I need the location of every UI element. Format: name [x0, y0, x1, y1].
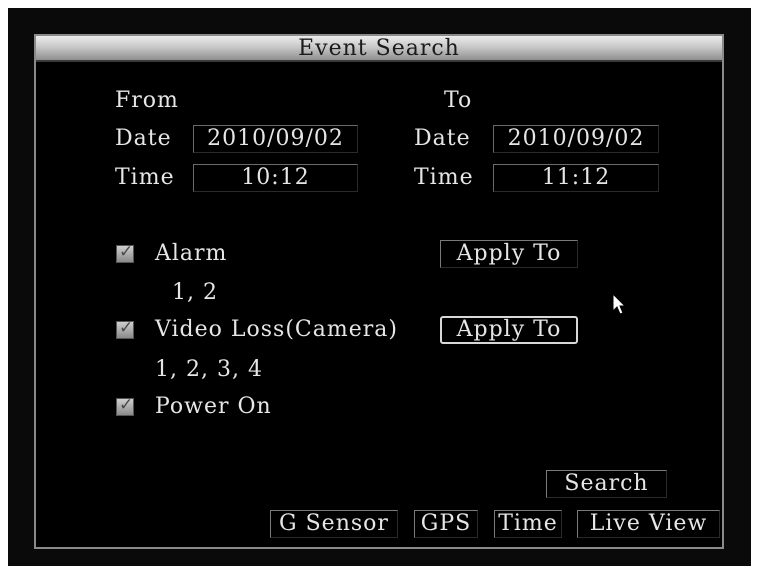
- video-loss-checkbox[interactable]: ✓: [116, 318, 134, 339]
- video-loss-apply-to-button[interactable]: Apply To: [440, 316, 578, 344]
- tab-time[interactable]: Time: [494, 510, 562, 538]
- to-time-field[interactable]: 11:12: [493, 164, 659, 192]
- to-date-label: Date: [414, 126, 471, 151]
- tab-g-sensor[interactable]: G Sensor: [270, 510, 398, 538]
- power-on-label: Power On: [155, 394, 272, 419]
- alarm-label: Alarm: [155, 241, 228, 266]
- checkmark-icon: ✓: [119, 318, 134, 338]
- from-date-label: Date: [115, 126, 172, 151]
- alarm-apply-to-button[interactable]: Apply To: [440, 240, 578, 268]
- checkmark-icon: ✓: [119, 242, 134, 262]
- to-label: To: [444, 88, 473, 113]
- from-date-field[interactable]: 2010/09/02: [193, 125, 358, 153]
- from-label: From: [115, 88, 179, 113]
- video-loss-label: Video Loss(Camera): [155, 317, 398, 342]
- mouse-pointer-icon: [612, 293, 627, 315]
- dialog-titlebar: Event Search: [36, 36, 722, 62]
- checkmark-icon: ✓: [119, 395, 134, 415]
- power-on-checkbox[interactable]: ✓: [116, 395, 134, 416]
- dialog-title: Event Search: [298, 36, 460, 61]
- to-time-label: Time: [414, 165, 474, 190]
- tab-live-view[interactable]: Live View: [577, 510, 720, 538]
- to-date-field[interactable]: 2010/09/02: [493, 125, 659, 153]
- from-time-field[interactable]: 10:12: [193, 164, 358, 192]
- from-time-label: Time: [115, 165, 175, 190]
- video-loss-channels: 1, 2, 3, 4: [155, 357, 263, 382]
- alarm-channels: 1, 2: [172, 280, 218, 305]
- alarm-checkbox[interactable]: ✓: [116, 242, 134, 263]
- search-button[interactable]: Search: [546, 470, 667, 498]
- tab-gps[interactable]: GPS: [414, 510, 478, 538]
